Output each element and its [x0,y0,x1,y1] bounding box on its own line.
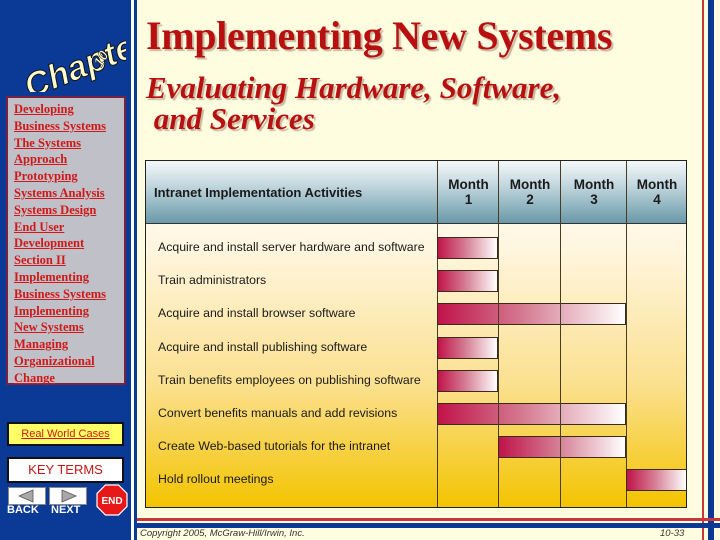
nav-link-business-systems[interactable]: Business Systems [14,118,124,135]
nav-link-approach[interactable]: Approach [14,151,124,168]
month-header-1: Month 1 [438,161,499,223]
sidebar-divider-blue [134,0,137,540]
gantt-bar [437,403,626,425]
activity-label: Train administrators [158,273,267,288]
grid-line [626,161,627,507]
subtitle-line-1: Evaluating Hardware, Software, [146,70,562,105]
gantt-bar-divider [498,403,499,425]
chapter-logo: Chapter 10 [6,4,154,107]
nav-link-change[interactable]: Change [14,370,124,387]
end-button[interactable]: END [96,484,128,516]
nav-link-organizational[interactable]: Organizational [14,353,124,370]
nav-link-the-systems[interactable]: The Systems [14,135,124,152]
nav-link-end-user[interactable]: End User [14,219,124,236]
month-1-label: Month 1 [448,177,489,207]
gantt-bar-divider [498,303,499,326]
back-button[interactable] [8,487,46,505]
gantt-bar [437,369,498,392]
nav-link-implementing[interactable]: Implementing [14,269,124,286]
arrow-left-icon [17,489,34,503]
gantt-bar [437,336,498,359]
next-label: NEXT [51,504,81,516]
nav-link-development[interactable]: Development [14,235,124,252]
grid-line [437,161,438,507]
activity-label: Create Web-based tutorials for the intra… [158,439,391,454]
activity-label: Acquire and install publishing software [158,339,368,354]
subtitle-line-2: and Services [146,101,315,136]
month-header-4: Month 4 [627,161,686,223]
gantt-bar [437,237,498,259]
gantt-bar [498,436,626,459]
gantt-bar [437,303,626,326]
footer-rule-red [137,518,720,521]
end-label: END [101,496,122,507]
stop-sign-icon: END [96,484,128,516]
slide-number: 10-33 [660,528,685,539]
nav-link-managing[interactable]: Managing [14,336,124,353]
gantt-chart: Intranet Implementation Activities Month… [145,160,687,508]
month-header-2: Month 2 [499,161,561,223]
activity-label: Acquire and install server hardware and … [158,240,425,254]
arrow-right-icon [61,489,78,503]
gantt-bar-divider [560,303,561,326]
gantt-bar [437,270,498,293]
month-3-label: Month 3 [573,177,615,207]
activity-label: Hold rollout meetings [158,472,274,487]
gantt-header: Intranet Implementation Activities Month… [146,161,686,224]
chapter-nav: Developing Business Systems The Systems … [6,96,126,385]
copyright-text: Copyright 2005, McGraw-Hill/Irwin, Inc. [140,528,305,539]
real-world-cases-button[interactable]: Real World Cases [7,422,124,446]
gantt-bar-divider [560,403,561,425]
nav-link-section-ii[interactable]: Section II [14,252,124,269]
nav-link-prototyping[interactable]: Prototyping [14,168,124,185]
nav-link-implementing-2[interactable]: Implementing [14,303,124,320]
activity-label: Acquire and install browser software [158,306,356,321]
nav-link-business-systems-2[interactable]: Business Systems [14,286,124,303]
page-title: Implementing New Systems [146,13,613,58]
right-border-red [702,0,704,540]
nav-link-new-systems[interactable]: New Systems [14,319,124,336]
key-terms-button[interactable]: KEY TERMS [7,457,124,483]
month-2-label: Month 2 [509,177,551,207]
nav-link-systems-analysis[interactable]: Systems Analysis [14,185,124,202]
month-header-3: Month 3 [561,161,627,223]
nav-link-developing[interactable]: Developing [14,101,124,118]
right-border-fill [714,0,720,540]
gantt-bar [626,469,686,492]
page-subtitle: Evaluating Hardware, Software, and Servi… [146,72,561,134]
month-4-label: Month 4 [636,177,678,207]
next-button[interactable] [49,487,87,505]
gantt-bar-divider [560,436,561,459]
back-label: BACK [7,504,39,516]
activity-label: Train benefits employees on publishing s… [158,372,421,387]
activity-label: Convert benefits manuals and add revisio… [158,406,398,420]
activities-header: Intranet Implementation Activities [154,184,363,200]
nav-link-systems-design[interactable]: Systems Design [14,202,124,219]
